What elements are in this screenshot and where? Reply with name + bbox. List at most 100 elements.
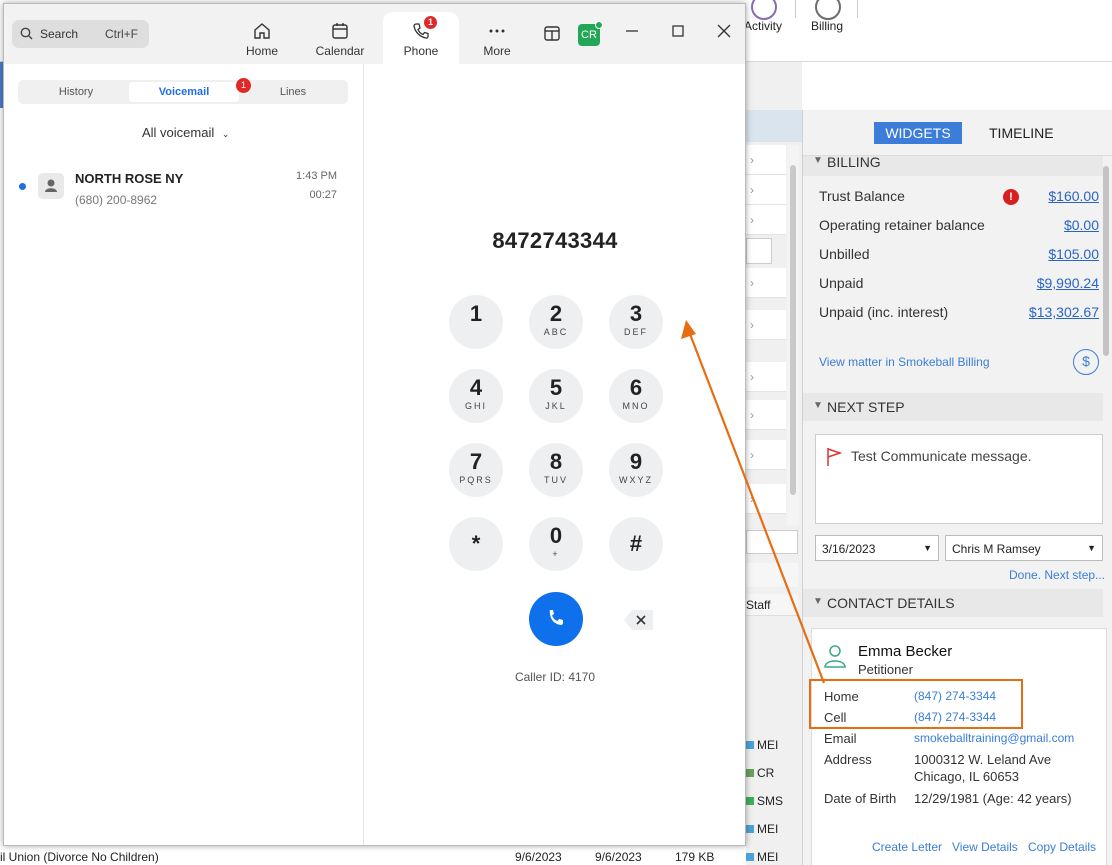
dial-key-7[interactable]: 7 PQRS (449, 443, 503, 497)
key-digit: 3 (629, 301, 643, 326)
matter-size: 179 KB (675, 850, 715, 864)
activity-icon (751, 0, 777, 20)
tab-timeline[interactable]: TIMELINE (989, 122, 1054, 144)
contact-card: Emma Becker Petitioner Home (847) 274-33… (809, 628, 1107, 865)
tag-item: SMS (746, 794, 783, 808)
dial-key-5[interactable]: 5 JKL (529, 369, 583, 423)
billing-value-link[interactable]: $105.00 (1048, 246, 1099, 262)
schedule-icon[interactable] (542, 24, 562, 44)
tab-lines[interactable]: Lines (238, 82, 348, 102)
nav-home[interactable]: Home (226, 12, 298, 64)
view-details-link[interactable]: View Details (952, 840, 1018, 854)
dial-key-8[interactable]: 8 TUV (529, 443, 583, 497)
table-row[interactable]: › (746, 205, 786, 235)
staff-column-header[interactable]: Staff (746, 594, 798, 616)
maximize-button[interactable] (668, 24, 688, 44)
table-row[interactable]: › (746, 268, 786, 298)
voicemail-filter[interactable]: All voicemail ⌄ (142, 125, 229, 140)
call-button[interactable] (529, 592, 583, 646)
nav-home-label: Home (245, 44, 278, 58)
table-row[interactable]: › (746, 400, 786, 430)
dialed-number[interactable]: 8472743344 (365, 228, 745, 254)
background-toolbar (746, 563, 798, 587)
billing-value-link[interactable]: $9,990.24 (1037, 275, 1099, 291)
dial-key-2[interactable]: 2 ABC (529, 295, 583, 349)
person-icon (824, 645, 846, 668)
collapse-icon: ▼ (813, 400, 823, 411)
billing-value-link[interactable]: $160.00 (1048, 188, 1099, 204)
key-letters: JKL (545, 401, 567, 411)
billing-value-link[interactable]: $13,302.67 (1029, 304, 1099, 320)
dial-key-star[interactable]: * (449, 517, 503, 571)
minimize-button[interactable] (622, 24, 642, 44)
scrollbar-thumb[interactable] (1103, 166, 1109, 356)
collapse-icon: ▼ (813, 156, 823, 166)
copy-details-link[interactable]: Copy Details (1028, 840, 1096, 854)
billing-value-link[interactable]: $0.00 (1064, 217, 1099, 233)
key-digit: 2 (549, 301, 563, 326)
dial-key-1[interactable]: 1 (449, 295, 503, 349)
tab-voicemail[interactable]: Voicemail (129, 82, 239, 102)
next-step-assignee-select[interactable]: Chris M Ramsey ▼ (945, 535, 1103, 561)
key-letters: DEF (624, 327, 648, 337)
ribbon-billing-button[interactable]: Billing (808, 0, 848, 33)
nav-more[interactable]: More (461, 12, 533, 64)
dial-key-4[interactable]: 4 GHI (449, 369, 503, 423)
billing-icon (815, 0, 841, 20)
key-letters: MNO (622, 401, 650, 411)
dial-key-3[interactable]: 3 DEF (609, 295, 663, 349)
dial-key-0[interactable]: 0 + (529, 517, 583, 571)
nav-calendar[interactable]: Calendar (304, 12, 376, 64)
voicemail-item[interactable]: NORTH ROSE NY (680) 200-8962 1:43 PM 00:… (4, 164, 363, 216)
dial-key-6[interactable]: 6 MNO (609, 369, 663, 423)
close-button[interactable] (714, 24, 734, 44)
tag-item: MEI (746, 850, 778, 864)
background-bottom-row[interactable]: il Union (Divorce No Children) 9/6/2023 … (0, 848, 746, 865)
background-scrollbar[interactable] (787, 145, 799, 525)
dial-key-hash[interactable]: # (609, 517, 663, 571)
view-matter-billing-link[interactable]: View matter in Smokeball Billing (819, 355, 990, 369)
billing-title: BILLING (827, 156, 881, 170)
avatar[interactable]: CR (578, 21, 603, 46)
chevron-down-icon: ⌄ (221, 129, 230, 139)
next-step-section-header[interactable]: ▼ NEXT STEP (803, 393, 1103, 421)
done-next-step-link[interactable]: Done. Next step... (1009, 568, 1105, 582)
tag-color (746, 825, 754, 833)
table-cell-input[interactable] (746, 238, 772, 264)
contact-details-section-header[interactable]: ▼ CONTACT DETAILS (803, 589, 1103, 617)
nav-calendar-label: Calendar (315, 44, 365, 58)
ribbon-activity-button[interactable]: Activity (744, 0, 784, 33)
table-row[interactable]: › (746, 175, 786, 205)
tag-label: MEI (757, 822, 779, 836)
close-icon (717, 24, 731, 38)
create-letter-link[interactable]: Create Letter (872, 840, 942, 854)
background-search-field[interactable] (746, 530, 798, 554)
table-row[interactable]: › (746, 145, 786, 175)
dollar-icon[interactable]: $ (1073, 349, 1099, 375)
key-digit: 6 (629, 375, 643, 400)
voicemail-filter-label: All voicemail (142, 125, 215, 140)
table-row[interactable]: › (746, 310, 786, 340)
next-step-title: NEXT STEP (827, 399, 905, 415)
tab-widgets[interactable]: WIDGETS (874, 122, 962, 144)
table-row[interactable]: › (746, 484, 786, 514)
next-step-date-picker[interactable]: 3/16/2023 ▼ (815, 535, 939, 561)
email-link[interactable]: smokeballtraining@gmail.com (914, 731, 1074, 745)
contact-name[interactable]: Emma Becker (858, 643, 952, 660)
next-step-assignee: Chris M Ramsey (952, 542, 1041, 556)
dial-key-9[interactable]: 9 WXYZ (609, 443, 663, 497)
table-row[interactable]: › (746, 440, 786, 470)
scrollbar-thumb[interactable] (790, 165, 796, 495)
nav-phone[interactable]: Phone 1 (383, 12, 459, 64)
key-digit: 1 (469, 301, 483, 326)
table-row[interactable]: › (746, 362, 786, 392)
tag-color (746, 797, 754, 805)
search-box[interactable]: Search Ctrl+F (12, 20, 149, 48)
next-step-message-box[interactable]: Test Communicate message. (815, 434, 1103, 524)
tag-label: SMS (757, 794, 784, 808)
more-icon (489, 29, 505, 33)
billing-section-header[interactable]: ▼ BILLING (803, 156, 1103, 176)
voicemail-time: 1:43 PM (296, 170, 337, 182)
backspace-button[interactable] (623, 608, 655, 632)
tab-history[interactable]: History (21, 82, 131, 102)
